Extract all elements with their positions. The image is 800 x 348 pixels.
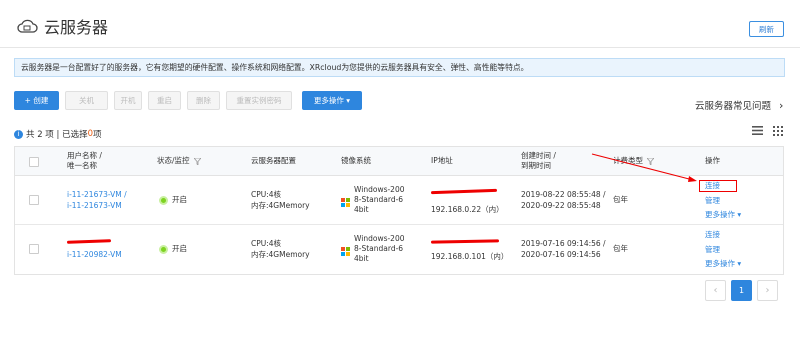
table-row: i-11-20982-VM 开启 CPU:4核 内存:4GMemory Wind… xyxy=(15,225,783,274)
memory-config: 内存:4GMemory xyxy=(251,250,310,259)
filter-icon[interactable] xyxy=(647,157,655,165)
page-1-button[interactable]: 1 xyxy=(731,280,752,301)
more-actions-button[interactable]: 更多操作 ▾ xyxy=(302,91,362,110)
action-toolbar: + 创建 关机 开机 重启 删除 重置实例密码 更多操作 ▾ xyxy=(14,91,368,110)
created-time: 2019-08-22 08:55:48 / xyxy=(521,190,606,199)
header-actions: 操作 xyxy=(705,156,720,165)
page-title: 云服务器 xyxy=(44,18,109,37)
server-table: 用户名称 / 唯一名称 状态/监控 云服务器配置 镜像系统 IP地址 创建时间 … xyxy=(14,146,784,275)
billing-type: 包年 xyxy=(613,244,628,253)
select-all-checkbox[interactable] xyxy=(29,157,39,167)
billing-type: 包年 xyxy=(613,195,628,204)
cloud-server-icon xyxy=(17,19,38,33)
status-indicator: 开启 xyxy=(159,244,187,254)
windows-icon xyxy=(341,247,350,256)
image-name-line3: 4bit xyxy=(354,254,369,263)
header-name-line2: 唯一名称 xyxy=(67,161,97,170)
header-billing-label: 计费类型 xyxy=(613,156,643,165)
start-button[interactable]: 开机 xyxy=(114,91,142,110)
row-checkbox[interactable] xyxy=(29,195,39,205)
manage-link[interactable]: 管理 xyxy=(705,245,720,255)
header-time-line1: 创建时间 / xyxy=(521,151,556,160)
connect-link[interactable]: 连接 xyxy=(705,230,720,240)
filter-icon[interactable] xyxy=(193,157,201,165)
header-ip: IP地址 xyxy=(431,156,453,165)
highlight-box xyxy=(699,180,737,192)
ip-address: 192.168.0.22（内） xyxy=(431,205,504,214)
table-row: i-11-21673-VM / i-11-21673-VM 开启 CPU:4核 … xyxy=(15,176,783,225)
summary-prefix: 共 2 项 | 已选择 xyxy=(26,130,88,140)
status-running-icon xyxy=(159,195,168,205)
selection-summary: i 共 2 项 | 已选择 0 项 xyxy=(14,128,102,140)
reset-password-button[interactable]: 重置实例密码 xyxy=(226,91,292,110)
header-billing[interactable]: 计费类型 xyxy=(613,156,655,166)
more-actions-link[interactable]: 更多操作 ▾ xyxy=(705,259,741,269)
created-time: 2019-07-16 09:14:56 / xyxy=(521,239,606,248)
server-name[interactable]: i-11-21673-VM / xyxy=(67,190,127,200)
image-name-line2: 8-Standard-6 xyxy=(354,195,404,204)
image-name-line1: Windows-200 xyxy=(354,185,405,194)
redaction-mark xyxy=(430,188,498,195)
header-name-line1: 用户名称 / xyxy=(67,151,102,160)
next-page-button[interactable]: › xyxy=(757,280,778,301)
image-name-line1: Windows-200 xyxy=(354,234,405,243)
windows-icon xyxy=(341,198,350,207)
row-checkbox[interactable] xyxy=(29,244,39,254)
table-header: 用户名称 / 唯一名称 状态/监控 云服务器配置 镜像系统 IP地址 创建时间 … xyxy=(15,147,783,176)
expire-time: 2020-09-22 08:55:48 xyxy=(521,201,601,210)
page-header: 云服务器 xyxy=(16,14,108,38)
status-running-icon xyxy=(159,244,168,254)
header-config: 云服务器配置 xyxy=(251,156,296,165)
cpu-config: CPU:4核 xyxy=(251,239,282,248)
manage-link[interactable]: 管理 xyxy=(705,196,720,206)
header-divider xyxy=(0,47,800,48)
more-actions-link[interactable]: 更多操作 ▾ xyxy=(705,210,741,220)
ip-address: 192.168.0.101（内） xyxy=(431,252,509,261)
faq-link[interactable]: 云服务器常见问题 › xyxy=(695,98,784,113)
refresh-button[interactable]: 刷新 xyxy=(749,21,784,37)
status-indicator: 开启 xyxy=(159,195,187,205)
redaction-mark xyxy=(430,239,500,244)
header-status-label: 状态/监控 xyxy=(157,156,190,165)
status-label: 开启 xyxy=(172,195,187,204)
summary-suffix: 项 xyxy=(93,130,102,140)
cpu-config: CPU:4核 xyxy=(251,190,282,199)
image-name-line3: 4bit xyxy=(354,205,369,214)
info-banner: 云服务器是一台配置好了的服务器，它有您期望的硬件配置、操作系统和网络配置。XRc… xyxy=(14,58,785,77)
server-unique-name[interactable]: i-11-21673-VM xyxy=(67,201,122,211)
header-status[interactable]: 状态/监控 xyxy=(157,156,201,166)
shutdown-button[interactable]: 关机 xyxy=(65,91,108,110)
header-time-line2: 到期时间 xyxy=(521,161,551,170)
prev-page-button[interactable]: ‹ xyxy=(705,280,726,301)
status-label: 开启 xyxy=(172,244,187,253)
list-view-icon[interactable] xyxy=(752,126,763,135)
memory-config: 内存:4GMemory xyxy=(251,201,310,210)
redaction-mark xyxy=(66,239,112,244)
restart-button[interactable]: 重启 xyxy=(148,91,181,110)
header-image: 镜像系统 xyxy=(341,156,371,165)
chevron-right-icon: › xyxy=(779,98,784,112)
create-button[interactable]: + 创建 xyxy=(14,91,59,110)
server-unique-name[interactable]: i-11-20982-VM xyxy=(67,250,122,260)
info-icon: i xyxy=(14,129,23,139)
expire-time: 2020-07-16 09:14:56 xyxy=(521,250,601,259)
faq-label: 云服务器常见问题 xyxy=(695,101,772,112)
image-name-line2: 8-Standard-6 xyxy=(354,244,404,253)
delete-button[interactable]: 删除 xyxy=(187,91,220,110)
grid-view-icon[interactable] xyxy=(773,126,783,136)
